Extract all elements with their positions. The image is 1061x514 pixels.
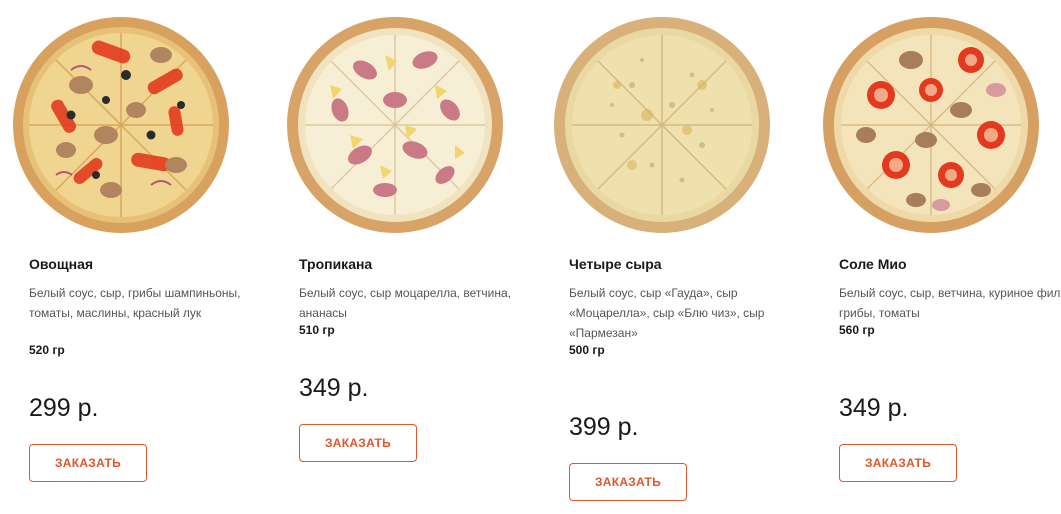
product-weight: 500 гр xyxy=(569,343,605,357)
product-title[interactable]: Овощная xyxy=(29,256,93,272)
product-title[interactable]: Тропикана xyxy=(299,256,372,272)
product-description: Белый соус, сыр «Гауда», сыр «Моцарелла»… xyxy=(569,286,765,340)
order-button[interactable]: ЗАКАЗАТЬ xyxy=(299,424,417,462)
pizza-image[interactable] xyxy=(552,15,772,235)
product-card: Тропикана Белый соус, сыр моцарелла, вет… xyxy=(287,0,549,514)
product-price: 349 р. xyxy=(299,374,369,402)
product-description: Белый соус, сыр моцарелла, ветчина, анан… xyxy=(299,286,512,320)
pizza-image[interactable] xyxy=(11,15,231,235)
pizza-image[interactable] xyxy=(821,15,1041,235)
product-weight: 510 гр xyxy=(299,323,335,337)
product-description: Белый соус, сыр, грибы шампиньоны, томат… xyxy=(29,286,241,320)
product-card: Четыре сыра Белый соус, сыр «Гауда», сыр… xyxy=(554,0,819,514)
product-price: 299 р. xyxy=(29,394,99,422)
order-button[interactable]: ЗАКАЗАТЬ xyxy=(839,444,957,482)
product-price: 349 р. xyxy=(839,394,909,422)
product-card: Соле Мио Белый соус, сыр, ветчина, курин… xyxy=(823,0,1061,514)
product-price: 399 р. xyxy=(569,413,639,441)
product-title[interactable]: Четыре сыра xyxy=(569,256,662,272)
order-button[interactable]: ЗАКАЗАТЬ xyxy=(29,444,147,482)
product-description: Белый соус, сыр, ветчина, куриное филе, … xyxy=(839,286,1061,320)
order-button[interactable]: ЗАКАЗАТЬ xyxy=(569,463,687,501)
pizza-image[interactable] xyxy=(285,15,505,235)
product-weight: 520 гр xyxy=(29,343,65,357)
product-weight: 560 гр xyxy=(839,323,875,337)
product-card: Овощная Белый соус, сыр, грибы шампиньон… xyxy=(13,0,279,514)
product-title[interactable]: Соле Мио xyxy=(839,256,907,272)
